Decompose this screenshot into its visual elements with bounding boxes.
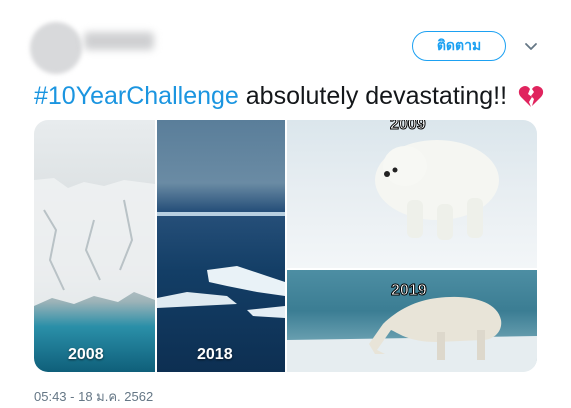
tweet-media[interactable]: 2008 2018 2009 2019 xyxy=(34,120,537,372)
ocean-2018-image[interactable]: 2018 xyxy=(157,120,285,372)
tweet-text: #10YearChallenge absolutely devastating!… xyxy=(34,82,544,111)
year-label-2009: 2009 xyxy=(390,120,427,134)
blurred-username[interactable] xyxy=(84,32,154,50)
year-label-2018: 2018 xyxy=(197,346,233,363)
polar-bear-2019-image[interactable]: 2019 xyxy=(287,270,537,372)
glacier-2008-image[interactable]: 2008 xyxy=(34,120,155,372)
follow-button[interactable]: ติดตาม xyxy=(412,31,506,61)
year-label-2019: 2019 xyxy=(391,282,428,300)
tweet-timestamp[interactable]: 05:43 - 18 ม.ค. 2562 xyxy=(34,386,153,407)
hashtag-link[interactable]: #10YearChallenge xyxy=(34,82,239,110)
chevron-down-icon[interactable] xyxy=(523,38,539,54)
broken-heart-icon xyxy=(518,86,544,108)
tweet-body: absolutely devastating!! xyxy=(238,82,508,110)
year-label-2008: 2008 xyxy=(68,346,104,363)
polar-bear-2009-image[interactable]: 2009 xyxy=(287,120,537,268)
avatar[interactable] xyxy=(30,22,82,74)
